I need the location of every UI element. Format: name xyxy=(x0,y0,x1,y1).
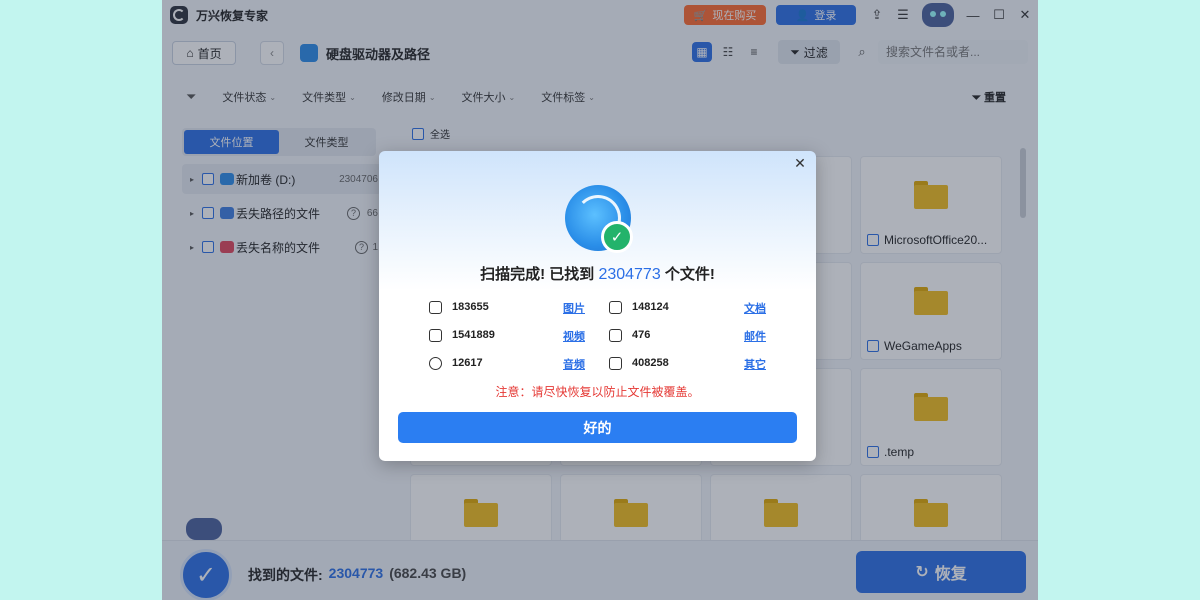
stat-images: 183655 xyxy=(429,297,489,317)
scan-success-illustration: ✓ xyxy=(565,185,633,253)
videos-link[interactable]: 视频 xyxy=(563,328,585,344)
stat-audio: 12617 xyxy=(429,353,483,373)
stat-value: 148124 xyxy=(632,301,669,313)
ok-button[interactable]: 好的 xyxy=(398,412,797,443)
stat-value: 1541889 xyxy=(452,329,495,341)
stat-value: 408258 xyxy=(632,357,669,369)
audio-icon xyxy=(429,356,442,370)
emails-link[interactable]: 邮件 xyxy=(744,328,766,344)
stat-videos: 1541889 xyxy=(429,325,495,345)
images-link[interactable]: 图片 xyxy=(563,300,585,316)
dialog-title-prefix: 扫描完成! 已找到 xyxy=(480,266,595,283)
dialog-title-suffix: 个文件! xyxy=(664,266,715,283)
documents-link[interactable]: 文档 xyxy=(744,300,766,316)
stat-value: 476 xyxy=(632,329,651,341)
success-check-icon: ✓ xyxy=(601,221,633,253)
stat-value: 12617 xyxy=(452,357,483,369)
stat-value: 183655 xyxy=(452,301,489,313)
audio-link[interactable]: 音频 xyxy=(563,356,585,372)
stat-other: 408258 xyxy=(609,353,669,373)
mail-icon xyxy=(609,328,622,342)
dialog-close-icon[interactable]: ✕ xyxy=(792,155,808,171)
overwrite-warning: 注意：请尽快恢复以防止文件被覆盖。 xyxy=(495,385,700,399)
video-icon xyxy=(429,328,442,342)
scan-complete-dialog: ✕ ✓ 扫描完成! 已找到 2304773 个文件! 183655 图片 148… xyxy=(379,151,816,461)
dialog-title: 扫描完成! 已找到 2304773 个文件! xyxy=(379,263,816,284)
dialog-title-count: 2304773 xyxy=(598,266,661,283)
stat-documents: 148124 xyxy=(609,297,669,317)
stat-emails: 476 xyxy=(609,325,650,345)
image-icon xyxy=(429,300,442,314)
other-files-icon xyxy=(609,356,622,370)
other-link[interactable]: 其它 xyxy=(744,356,766,372)
document-icon xyxy=(609,300,622,314)
